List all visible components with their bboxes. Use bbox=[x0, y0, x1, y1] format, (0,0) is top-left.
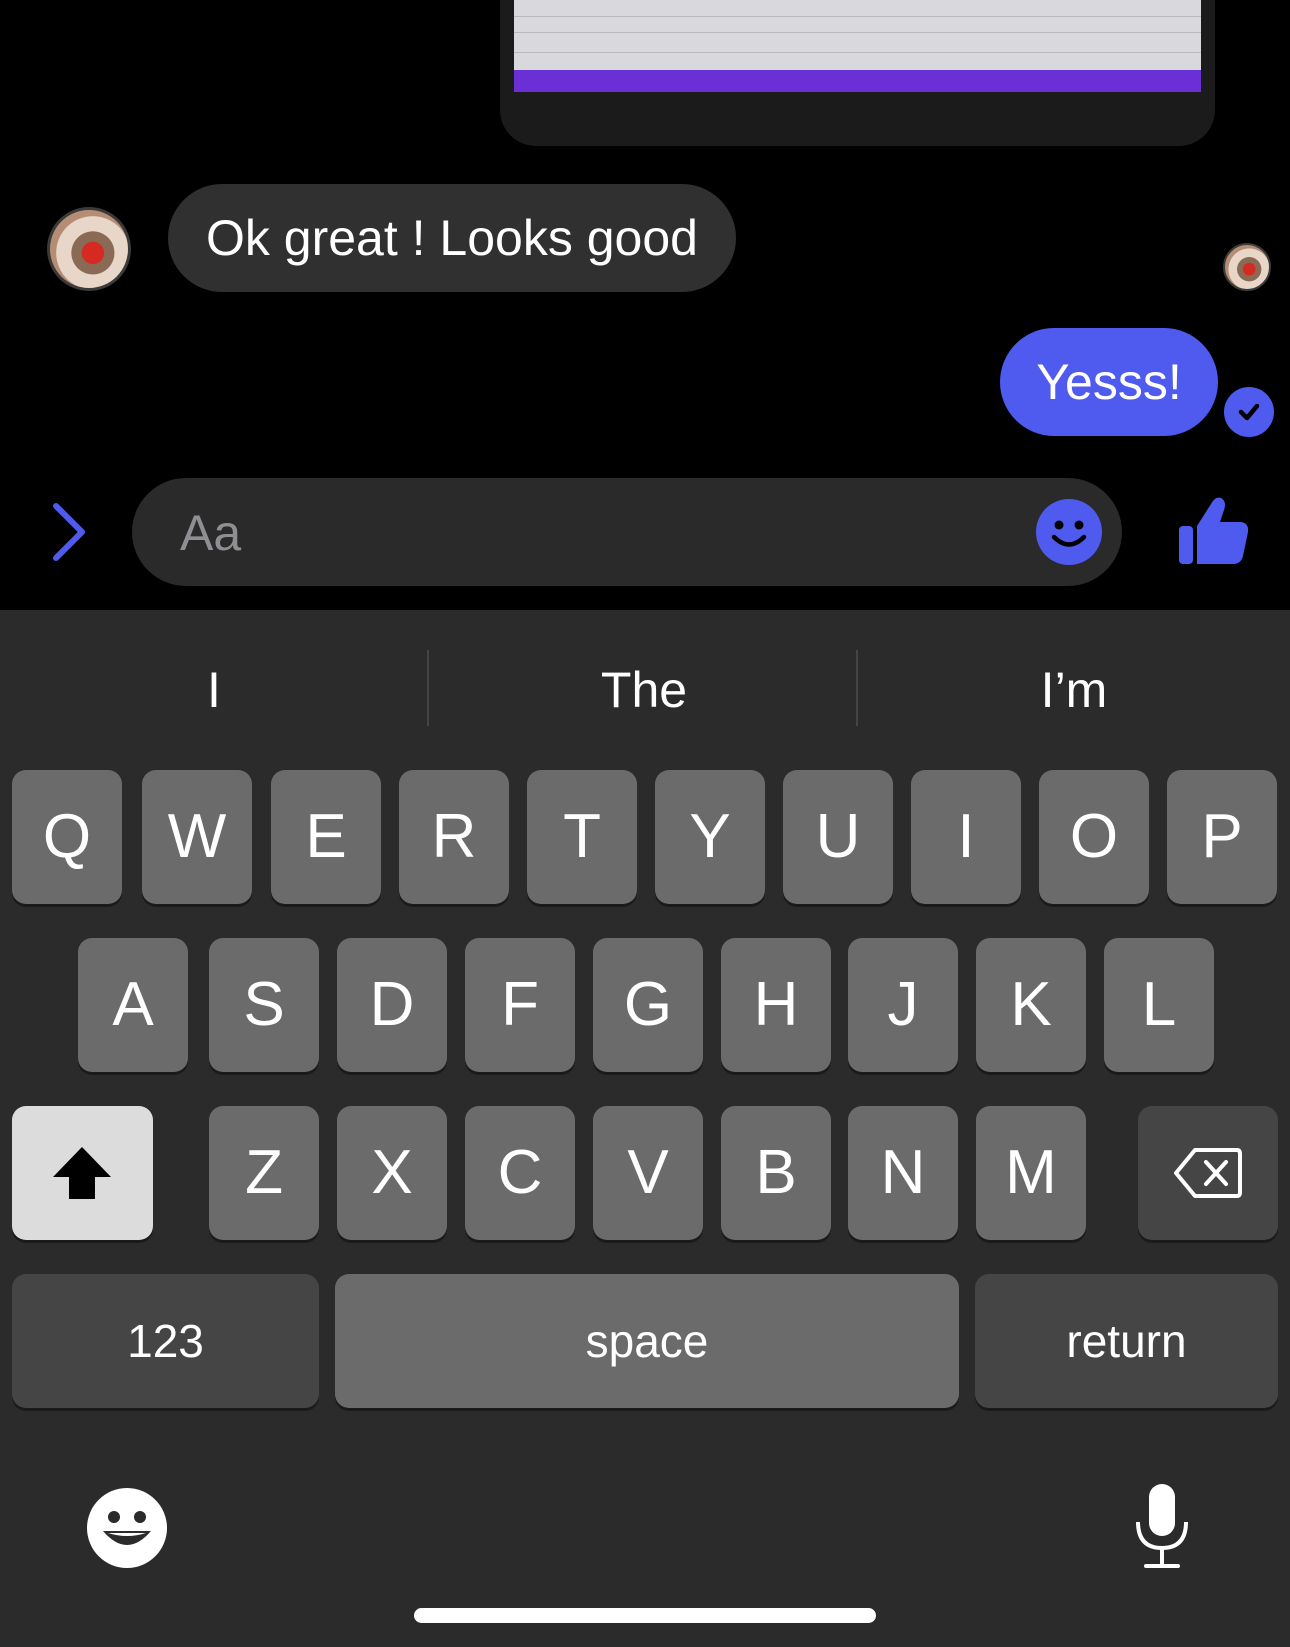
home-indicator[interactable] bbox=[414, 1608, 876, 1623]
suggestion-2[interactable]: The bbox=[430, 650, 858, 730]
keyboard: I The I’m Q W E R T Y U I O P A S D F G … bbox=[0, 610, 1290, 1647]
shift-arrow-icon bbox=[53, 1147, 111, 1199]
thumbs-up-icon[interactable] bbox=[1175, 492, 1251, 568]
emoji-keyboard-icon[interactable] bbox=[86, 1487, 168, 1569]
key-y[interactable]: Y bbox=[655, 770, 765, 904]
chevron-right-icon[interactable] bbox=[50, 500, 90, 564]
shift-key[interactable] bbox=[12, 1106, 153, 1240]
key-v[interactable]: V bbox=[593, 1106, 703, 1240]
suggestion-divider bbox=[427, 650, 429, 726]
microphone-icon[interactable] bbox=[1132, 1482, 1192, 1570]
backspace-icon bbox=[1174, 1148, 1242, 1198]
key-p[interactable]: P bbox=[1167, 770, 1277, 904]
suggestion-3[interactable]: I’m bbox=[860, 650, 1288, 730]
key-h[interactable]: H bbox=[721, 938, 831, 1072]
suggestion-1[interactable]: I bbox=[0, 650, 428, 730]
key-c[interactable]: C bbox=[465, 1106, 575, 1240]
key-n[interactable]: N bbox=[848, 1106, 958, 1240]
key-a[interactable]: A bbox=[78, 938, 188, 1072]
key-g[interactable]: G bbox=[593, 938, 703, 1072]
key-z[interactable]: Z bbox=[209, 1106, 319, 1240]
key-r[interactable]: R bbox=[399, 770, 509, 904]
key-w[interactable]: W bbox=[142, 770, 252, 904]
checkmark-icon bbox=[1224, 387, 1274, 437]
shared-photo[interactable] bbox=[500, 0, 1215, 146]
key-f[interactable]: F bbox=[465, 938, 575, 1072]
key-d[interactable]: D bbox=[337, 938, 447, 1072]
message-input-box[interactable] bbox=[132, 478, 1122, 588]
key-l[interactable]: L bbox=[1104, 938, 1214, 1072]
key-s[interactable]: S bbox=[209, 938, 319, 1072]
key-i[interactable]: I bbox=[911, 770, 1021, 904]
key-k[interactable]: K bbox=[976, 938, 1086, 1072]
key-x[interactable]: X bbox=[337, 1106, 447, 1240]
numbers-key[interactable]: 123 bbox=[12, 1274, 319, 1408]
key-o[interactable]: O bbox=[1039, 770, 1149, 904]
key-m[interactable]: M bbox=[976, 1106, 1086, 1240]
key-q[interactable]: Q bbox=[12, 770, 122, 904]
key-e[interactable]: E bbox=[271, 770, 381, 904]
incoming-message-bubble[interactable]: Ok great ! Looks good bbox=[168, 184, 736, 292]
seen-by-avatar bbox=[1223, 243, 1271, 291]
key-b[interactable]: B bbox=[721, 1106, 831, 1240]
outgoing-message-bubble[interactable]: Yesss! bbox=[1000, 328, 1218, 436]
smiley-icon[interactable] bbox=[1035, 498, 1103, 566]
space-key[interactable]: space bbox=[335, 1274, 959, 1408]
key-t[interactable]: T bbox=[527, 770, 637, 904]
suggestion-divider bbox=[856, 650, 858, 726]
backspace-key[interactable] bbox=[1138, 1106, 1278, 1240]
photo-laptop-screen bbox=[514, 0, 1201, 92]
contact-avatar[interactable] bbox=[47, 207, 131, 291]
key-j[interactable]: J bbox=[848, 938, 958, 1072]
key-u[interactable]: U bbox=[783, 770, 893, 904]
return-key[interactable]: return bbox=[975, 1274, 1278, 1408]
message-input[interactable] bbox=[178, 478, 982, 588]
